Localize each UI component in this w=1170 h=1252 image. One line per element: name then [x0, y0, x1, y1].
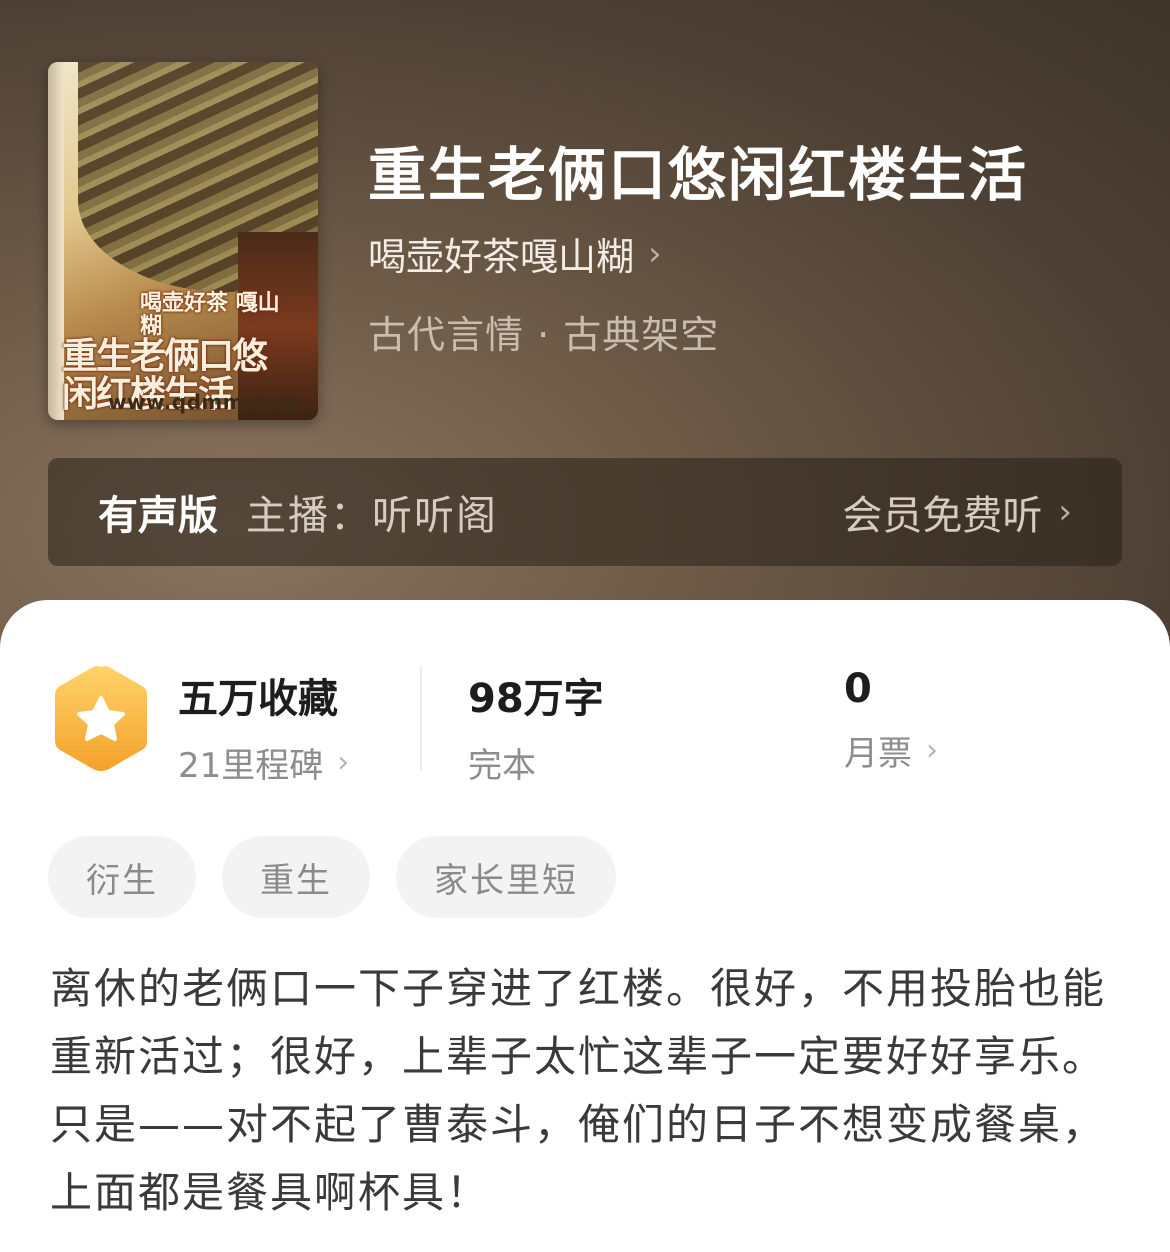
collection-stat[interactable]: 五万收藏 21里程碑 ›: [178, 666, 349, 787]
member-free-listen-label: 会员免费听: [842, 493, 1043, 539]
word-count: 98万字: [468, 676, 604, 722]
book-title: 重生老俩口悠闲红楼生活: [368, 141, 1029, 209]
chevron-right-icon: ›: [1058, 492, 1072, 532]
milestone-link[interactable]: 21里程碑 ›: [178, 738, 349, 787]
author-name: 喝壶好茶嘎山糊: [368, 235, 635, 279]
chevron-right-icon: ›: [337, 745, 350, 780]
book-header: 喝壶好茶 嘎山糊 重生老俩口悠闲红楼生活 www.qdmm.com 重生老俩口悠…: [0, 0, 1170, 660]
monthly-ticket-stat[interactable]: 0 月票 ›: [844, 666, 938, 775]
tag-list: 衍生 重生 家长里短: [48, 836, 616, 918]
chevron-right-icon: ›: [926, 733, 938, 768]
chevron-right-icon: ›: [648, 233, 662, 274]
monthly-ticket-count: 0: [844, 666, 872, 712]
tag-item[interactable]: 衍生: [48, 836, 196, 918]
author-link[interactable]: 喝壶好茶嘎山糊 ›: [368, 226, 662, 281]
audio-version-bar[interactable]: 有声版 主播：听听阁 会员免费听 ›: [48, 458, 1122, 566]
milestone-label: 21里程碑: [178, 746, 324, 786]
completion-label: 完本: [468, 746, 536, 786]
tag-item[interactable]: 家长里短: [396, 836, 616, 918]
cover-author-text: 喝壶好茶 嘎山糊: [140, 290, 280, 340]
tag-item[interactable]: 重生: [222, 836, 370, 918]
member-free-listen-button[interactable]: 会员免费听 ›: [842, 483, 1072, 541]
collection-count: 五万收藏: [178, 676, 338, 722]
monthly-ticket-link[interactable]: 月票 ›: [844, 726, 938, 775]
book-description[interactable]: 离休的老俩口一下子穿进了红楼。很好，不用投胎也能重新活过；很好，上辈子太忙这辈子…: [50, 955, 1130, 1227]
monthly-ticket-label: 月票: [844, 734, 912, 774]
word-count-stat: 98万字 完本: [468, 666, 604, 787]
book-genre: 古代言情 · 古典架空: [368, 313, 720, 357]
audio-label: 有声版: [98, 493, 218, 539]
book-cover-image[interactable]: 喝壶好茶 嘎山糊 重生老俩口悠闲红楼生活 www.qdmm.com: [48, 62, 318, 420]
star-hexagon-icon: [55, 666, 147, 771]
stat-divider: [420, 666, 422, 770]
audio-host: 主播：听听阁: [246, 493, 498, 539]
cover-url-text: www.qdmm.com: [108, 390, 301, 414]
completion-status: 完本: [468, 738, 604, 787]
